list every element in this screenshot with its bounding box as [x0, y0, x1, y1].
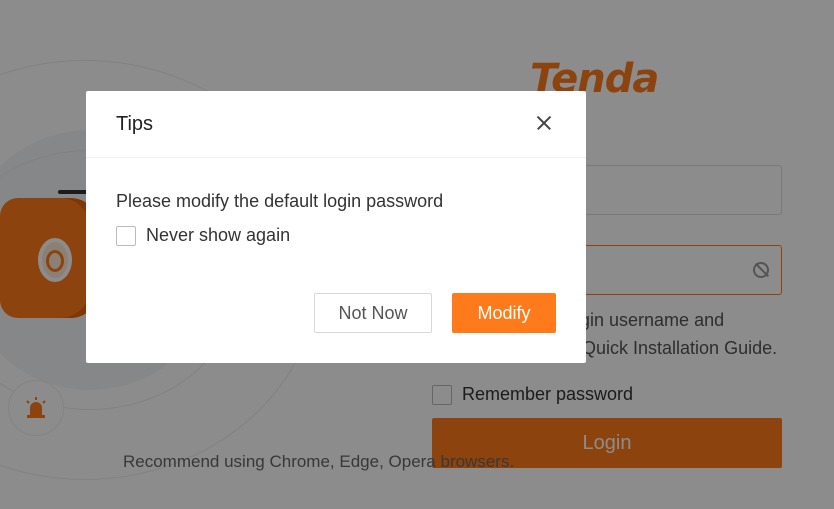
- close-icon[interactable]: [534, 113, 554, 133]
- dialog-message: Please modify the default login password: [116, 191, 444, 211]
- tips-dialog: Tips Please modify the default login pas…: [86, 91, 586, 363]
- dialog-title: Tips: [116, 113, 154, 135]
- never-show-again[interactable]: Never show again: [116, 225, 290, 246]
- modify-button[interactable]: Modify: [452, 293, 556, 333]
- dialog-header: Tips: [86, 91, 586, 158]
- not-now-button[interactable]: Not Now: [314, 293, 432, 333]
- never-show-label: Never show again: [146, 225, 291, 245]
- never-show-checkbox[interactable]: [116, 225, 136, 246]
